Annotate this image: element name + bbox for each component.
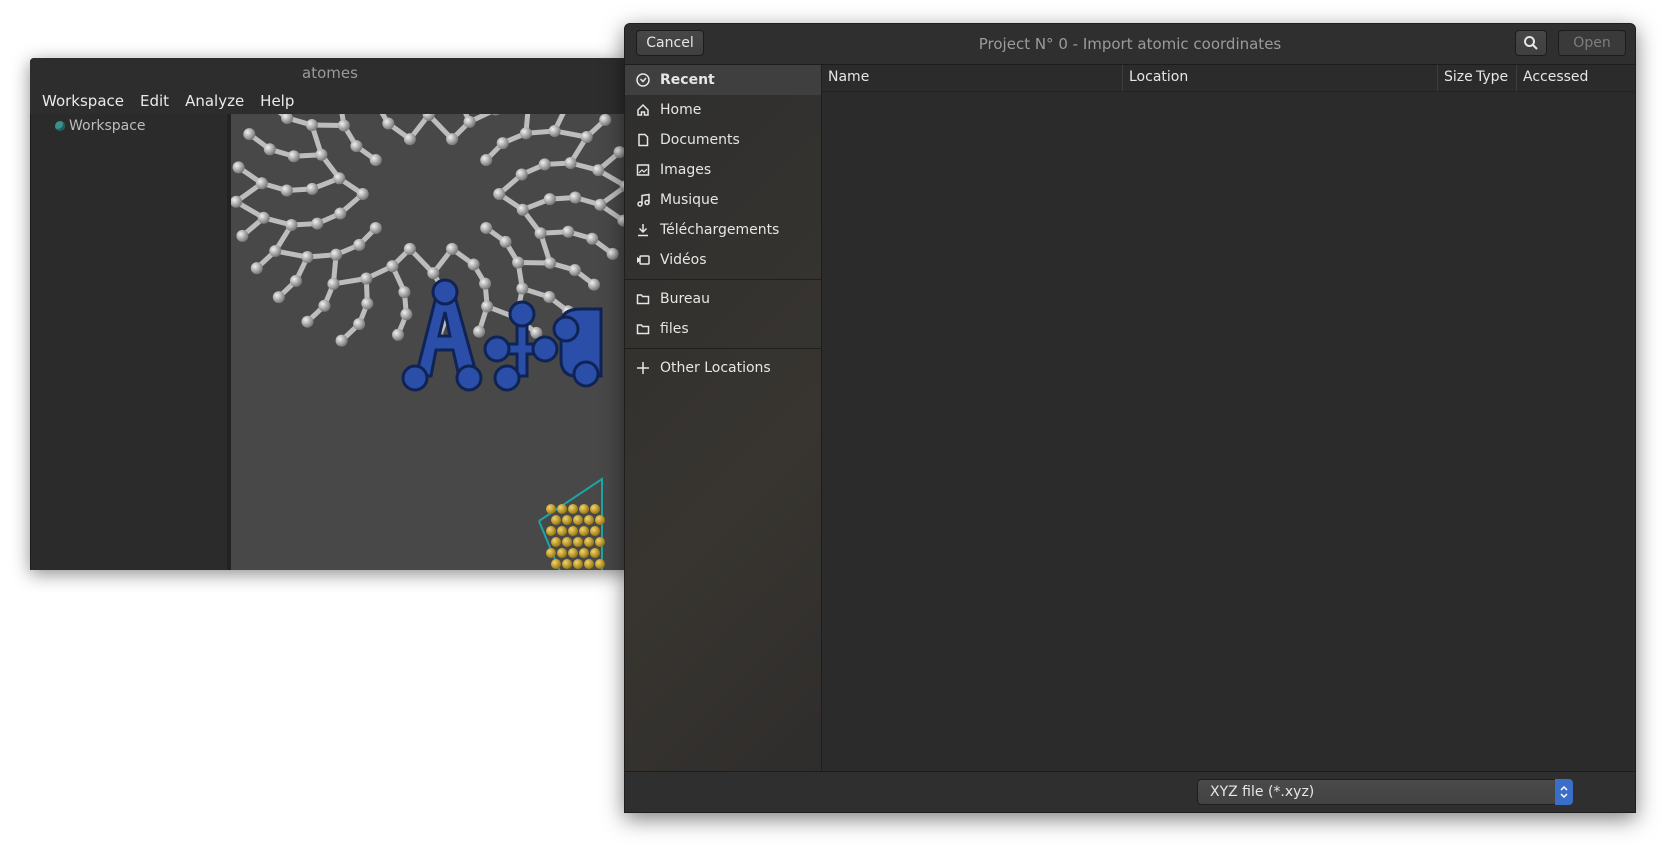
place-label: files [660,321,689,337]
dialog-title: Project N° 0 - Import atomic coordinates [978,35,1282,53]
cancel-button[interactable]: Cancel [636,30,704,56]
recent-icon [635,72,651,88]
main-body: Workspace [30,114,630,570]
column-type[interactable]: Type [1470,65,1516,91]
places-sidebar: Recent Home Documents Images Musique Tél… [625,65,822,772]
menu-workspace[interactable]: Workspace [34,92,132,110]
menubar: Workspace Edit Analyze Help [30,88,630,114]
fullerene-artwork [231,114,630,570]
place-images[interactable]: Images [625,155,821,185]
workspace-icon [55,121,65,131]
filter-value: XYZ file (*.xyz) [1210,784,1315,800]
place-label: Images [660,162,712,178]
place-recent[interactable]: Recent [625,65,821,95]
updown-arrow-icon [1555,779,1573,805]
place-label: Vidéos [660,252,707,268]
document-icon [635,132,651,148]
menu-help[interactable]: Help [252,92,302,110]
place-label: Documents [660,132,740,148]
place-other-locations[interactable]: Other Locations [625,353,821,383]
logo-letters [401,278,603,392]
file-chooser-dialog: Cancel Project N° 0 - Import atomic coor… [624,23,1636,813]
place-documents[interactable]: Documents [625,125,821,155]
places-divider [625,348,821,349]
folder-icon [635,321,651,337]
place-downloads[interactable]: Téléchargements [625,215,821,245]
place-label: Recent [660,72,715,88]
column-size[interactable]: Size [1437,65,1473,91]
open-button[interactable]: Open [1558,30,1626,56]
places-divider [625,279,821,280]
file-type-filter[interactable]: XYZ file (*.xyz) [1197,779,1573,805]
plus-icon [635,360,651,376]
folder-icon [635,291,651,307]
column-accessed[interactable]: Accessed [1516,65,1590,91]
tree-item-label: Workspace [69,118,146,134]
place-videos[interactable]: Vidéos [625,245,821,275]
file-list: Name Location Size Type Accessed [822,65,1635,772]
window-title: atomes [30,58,630,88]
home-icon [635,102,651,118]
image-icon [635,162,651,178]
place-label: Bureau [660,291,710,307]
search-icon [1524,36,1538,50]
dialog-footer: XYZ file (*.xyz) [625,771,1635,812]
menu-analyze[interactable]: Analyze [177,92,252,110]
download-icon [635,222,651,238]
column-name[interactable]: Name [822,65,1122,91]
tree-item-workspace[interactable]: Workspace [55,118,146,134]
place-label: Musique [660,192,719,208]
place-label: Téléchargements [660,222,780,238]
file-list-header: Name Location Size Type Accessed [822,65,1635,92]
video-icon [635,252,651,268]
search-button[interactable] [1515,30,1547,56]
main-window: atomes Workspace Edit Analyze Help Works… [30,58,630,570]
place-home[interactable]: Home [625,95,821,125]
music-icon [635,192,651,208]
splash-artwork [231,114,630,570]
place-files[interactable]: files [625,314,821,344]
place-label: Other Locations [660,360,771,376]
workspace-tree: Workspace [30,114,229,570]
dialog-header: Cancel Project N° 0 - Import atomic coor… [625,24,1635,65]
menu-edit[interactable]: Edit [132,92,177,110]
place-bureau[interactable]: Bureau [625,284,821,314]
column-location[interactable]: Location [1122,65,1437,91]
place-label: Home [660,102,702,118]
crystal-artwork [538,477,605,570]
place-music[interactable]: Musique [625,185,821,215]
